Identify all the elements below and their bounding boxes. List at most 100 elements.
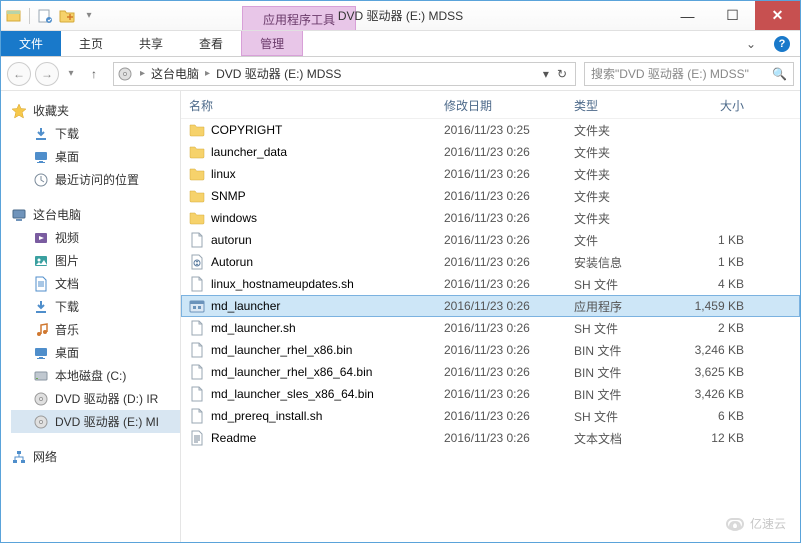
file-type: SH 文件: [574, 320, 684, 337]
search-icon[interactable]: 🔍: [772, 67, 787, 81]
sidebar-item-recent[interactable]: 最近访问的位置: [11, 168, 180, 191]
file-date: 2016/11/23 0:26: [444, 211, 574, 225]
file-row[interactable]: md_launcher2016/11/23 0:26应用程序1,459 KB: [181, 295, 800, 317]
file-row[interactable]: COPYRIGHT2016/11/23 0:25文件夹: [181, 119, 800, 141]
file-type: 文件夹: [574, 122, 684, 139]
sidebar-item-desktop[interactable]: 桌面: [11, 341, 180, 364]
sidebar-network-header[interactable]: 网络: [11, 445, 180, 468]
file-size: 1,459 KB: [684, 299, 764, 313]
tab-view[interactable]: 查看: [181, 31, 241, 56]
tab-share[interactable]: 共享: [121, 31, 181, 56]
sidebar-item-downloads[interactable]: 下载: [11, 122, 180, 145]
sidebar-item-localdisk-c[interactable]: 本地磁盘 (C:): [11, 364, 180, 387]
properties-icon[interactable]: [36, 7, 54, 25]
disk-icon: [33, 368, 49, 384]
file-row[interactable]: launcher_data2016/11/23 0:26文件夹: [181, 141, 800, 163]
chevron-right-icon[interactable]: ▸: [203, 68, 212, 79]
file-row[interactable]: md_launcher_rhel_x86.bin2016/11/23 0:26B…: [181, 339, 800, 361]
sidebar-item-label: DVD 驱动器 (E:) MI: [55, 413, 159, 430]
sidebar-item-label: 桌面: [55, 344, 79, 361]
documents-icon: [33, 276, 49, 292]
file-name: md_launcher: [211, 299, 280, 313]
file-row[interactable]: md_launcher_sles_x86_64.bin2016/11/23 0:…: [181, 383, 800, 405]
file-row[interactable]: windows2016/11/23 0:26文件夹: [181, 207, 800, 229]
nav-forward-button[interactable]: →: [35, 62, 59, 86]
file-row[interactable]: linux_hostnameupdates.sh2016/11/23 0:26S…: [181, 273, 800, 295]
file-size: 4 KB: [684, 277, 764, 291]
ribbon-collapse-icon[interactable]: ⌄: [738, 31, 764, 56]
help-button[interactable]: ?: [764, 31, 800, 56]
tab-manage[interactable]: 管理: [241, 31, 303, 56]
column-headers: 名称 修改日期 类型 大小: [181, 91, 800, 119]
file-row[interactable]: linux2016/11/23 0:26文件夹: [181, 163, 800, 185]
nav-history-dropdown[interactable]: ▾: [63, 66, 79, 82]
breadcrumb[interactable]: ▸ 这台电脑 ▸ DVD 驱动器 (E:) MDSS ▾ ↻: [113, 62, 576, 86]
file-row[interactable]: md_prereq_install.sh2016/11/23 0:26SH 文件…: [181, 405, 800, 427]
folder-icon: [189, 210, 205, 226]
file-icon: [189, 408, 205, 424]
sidebar-label: 收藏夹: [33, 102, 69, 119]
file-list[interactable]: COPYRIGHT2016/11/23 0:25文件夹launcher_data…: [181, 119, 800, 542]
maximize-button[interactable]: ☐: [710, 1, 755, 30]
column-header-size[interactable]: 大小: [684, 97, 764, 114]
sidebar-item-documents[interactable]: 文档: [11, 272, 180, 295]
refresh-icon[interactable]: ↻: [557, 67, 567, 81]
sidebar-item-dvd-e[interactable]: DVD 驱动器 (E:) MI: [11, 410, 180, 433]
nav-up-button[interactable]: ↑: [83, 63, 105, 85]
sidebar-item-downloads[interactable]: 下载: [11, 295, 180, 318]
nav-back-button[interactable]: ←: [7, 62, 31, 86]
file-type: BIN 文件: [574, 386, 684, 403]
breadcrumb-segment[interactable]: 这台电脑: [147, 65, 203, 82]
tab-home[interactable]: 主页: [61, 31, 121, 56]
file-size: 6 KB: [684, 409, 764, 423]
pictures-icon: [33, 253, 49, 269]
sidebar-item-label: 最近访问的位置: [55, 171, 139, 188]
file-name: md_launcher_sles_x86_64.bin: [211, 387, 374, 401]
file-date: 2016/11/23 0:26: [444, 321, 574, 335]
sidebar-item-label: 音乐: [55, 321, 79, 338]
breadcrumb-dropdown-icon[interactable]: ▾: [543, 67, 549, 81]
file-row[interactable]: Autorun2016/11/23 0:26安装信息1 KB: [181, 251, 800, 273]
search-input[interactable]: 搜索"DVD 驱动器 (E:) MDSS" 🔍: [584, 62, 794, 86]
sidebar-label: 这台电脑: [33, 206, 81, 223]
sidebar-computer-header[interactable]: 这台电脑: [11, 203, 180, 226]
file-size: 3,625 KB: [684, 365, 764, 379]
sidebar-favorites-header[interactable]: 收藏夹: [11, 99, 180, 122]
qat-dropdown-icon[interactable]: ▾: [80, 7, 98, 25]
sidebar-item-dvd-d[interactable]: DVD 驱动器 (D:) IR: [11, 387, 180, 410]
network-icon: [11, 449, 27, 465]
file-row[interactable]: SNMP2016/11/23 0:26文件夹: [181, 185, 800, 207]
file-row[interactable]: md_launcher_rhel_x86_64.bin2016/11/23 0:…: [181, 361, 800, 383]
file-date: 2016/11/23 0:26: [444, 431, 574, 445]
ribbon: 文件 主页 共享 查看 管理 ⌄ ?: [1, 31, 800, 57]
sidebar-item-music[interactable]: 音乐: [11, 318, 180, 341]
chevron-right-icon[interactable]: ▸: [138, 68, 147, 79]
file-name: linux_hostnameupdates.sh: [211, 277, 354, 291]
file-size: 1 KB: [684, 255, 764, 269]
file-row[interactable]: autorun2016/11/23 0:26文件1 KB: [181, 229, 800, 251]
close-button[interactable]: ✕: [755, 1, 800, 30]
tab-file[interactable]: 文件: [1, 31, 61, 56]
new-folder-icon[interactable]: [58, 7, 76, 25]
file-size: 3,426 KB: [684, 387, 764, 401]
desktop-icon: [33, 345, 49, 361]
file-type: 应用程序: [574, 298, 684, 315]
file-type: 文件夹: [574, 210, 684, 227]
file-name: SNMP: [211, 189, 246, 203]
column-header-date[interactable]: 修改日期: [444, 97, 574, 114]
file-row[interactable]: Readme2016/11/23 0:26文本文档12 KB: [181, 427, 800, 449]
file-row[interactable]: md_launcher.sh2016/11/23 0:26SH 文件2 KB: [181, 317, 800, 339]
breadcrumb-segment[interactable]: DVD 驱动器 (E:) MDSS: [212, 65, 345, 82]
sidebar-item-pictures[interactable]: 图片: [11, 249, 180, 272]
sidebar-label: 网络: [33, 448, 57, 465]
minimize-button[interactable]: —: [665, 1, 710, 30]
sidebar-item-videos[interactable]: 视频: [11, 226, 180, 249]
sidebar-item-desktop[interactable]: 桌面: [11, 145, 180, 168]
column-header-name[interactable]: 名称: [189, 97, 444, 114]
folder-icon: [189, 188, 205, 204]
sidebar-item-label: 文档: [55, 275, 79, 292]
file-icon: [189, 232, 205, 248]
file-date: 2016/11/23 0:26: [444, 409, 574, 423]
column-header-type[interactable]: 类型: [574, 97, 684, 114]
exe-icon: [189, 298, 205, 314]
